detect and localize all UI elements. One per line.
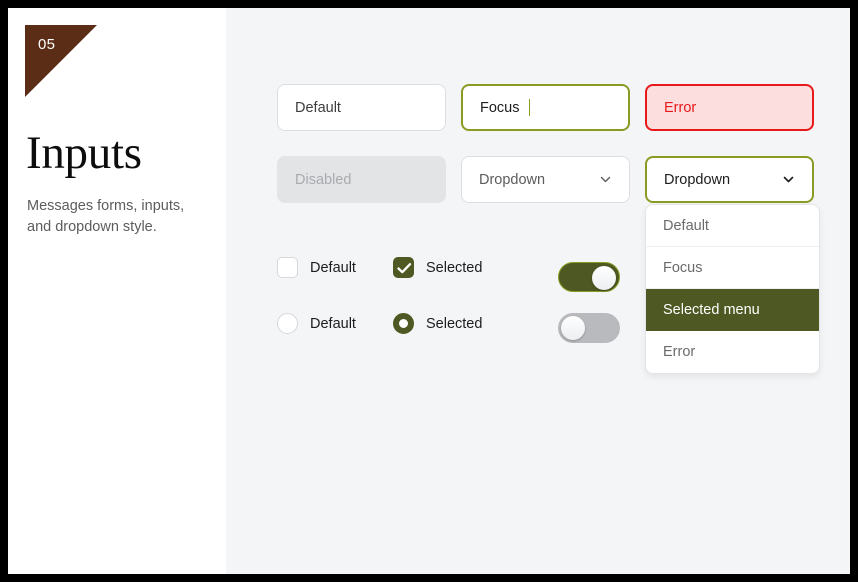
input-default[interactable]: Default	[277, 84, 446, 131]
checkbox-selected[interactable]: Selected	[393, 257, 482, 278]
checkbox-default-label: Default	[310, 259, 356, 276]
toggle-knob	[561, 316, 585, 340]
toggle-on[interactable]	[558, 262, 620, 292]
triangle-shape	[25, 25, 97, 97]
dropdown-focus-value: Dropdown	[664, 171, 731, 188]
input-default-value: Default	[295, 99, 341, 116]
chevron-down-icon	[782, 173, 795, 186]
radio-unselected-icon[interactable]	[277, 313, 298, 334]
input-error-value: Error	[664, 99, 697, 116]
page-title: Inputs	[26, 127, 142, 179]
radio-selected-icon[interactable]	[393, 313, 414, 334]
input-focus-value: Focus	[480, 99, 520, 116]
slide-frame: 05 Inputs Messages forms, inputs, and dr…	[8, 8, 850, 574]
dropdown-menu-item[interactable]: Default	[646, 205, 819, 247]
input-disabled-value: Disabled	[295, 171, 352, 188]
input-focus[interactable]: Focus	[461, 84, 630, 131]
dropdown-default[interactable]: Dropdown	[461, 156, 630, 203]
page-description: Messages forms, inputs, and dropdown sty…	[27, 198, 185, 235]
radio-selected-label: Selected	[426, 315, 483, 332]
sidebar: 05 Inputs Messages forms, inputs, and dr…	[8, 8, 227, 574]
chevron-down-icon	[599, 173, 612, 186]
section-number-badge: 05	[25, 25, 97, 97]
dropdown-focus[interactable]: Dropdown	[645, 156, 814, 203]
input-disabled: Disabled	[277, 156, 446, 203]
dropdown-menu-item-selected[interactable]: Selected menu	[646, 289, 819, 331]
radio-selected[interactable]: Selected	[393, 313, 482, 334]
radio-default-label: Default	[310, 315, 356, 332]
dropdown-menu-item[interactable]: Error	[646, 331, 819, 373]
text-cursor-icon	[528, 99, 530, 116]
checkbox-default[interactable]: Default	[277, 257, 356, 278]
dropdown-default-value: Dropdown	[479, 171, 546, 188]
toggle-knob	[592, 266, 616, 290]
toggle-off[interactable]	[558, 313, 620, 343]
checkbox-checked-icon[interactable]	[393, 257, 414, 278]
dropdown-menu: Default Focus Selected menu Error	[645, 204, 820, 374]
dropdown-menu-item[interactable]: Focus	[646, 247, 819, 289]
main-content: Default Focus Error Disabled Dropdown Dr…	[226, 8, 850, 574]
section-number: 05	[38, 36, 56, 53]
checkbox-selected-label: Selected	[426, 259, 483, 276]
checkbox-unchecked-icon[interactable]	[277, 257, 298, 278]
radio-default[interactable]: Default	[277, 313, 356, 334]
input-error[interactable]: Error	[645, 84, 814, 131]
